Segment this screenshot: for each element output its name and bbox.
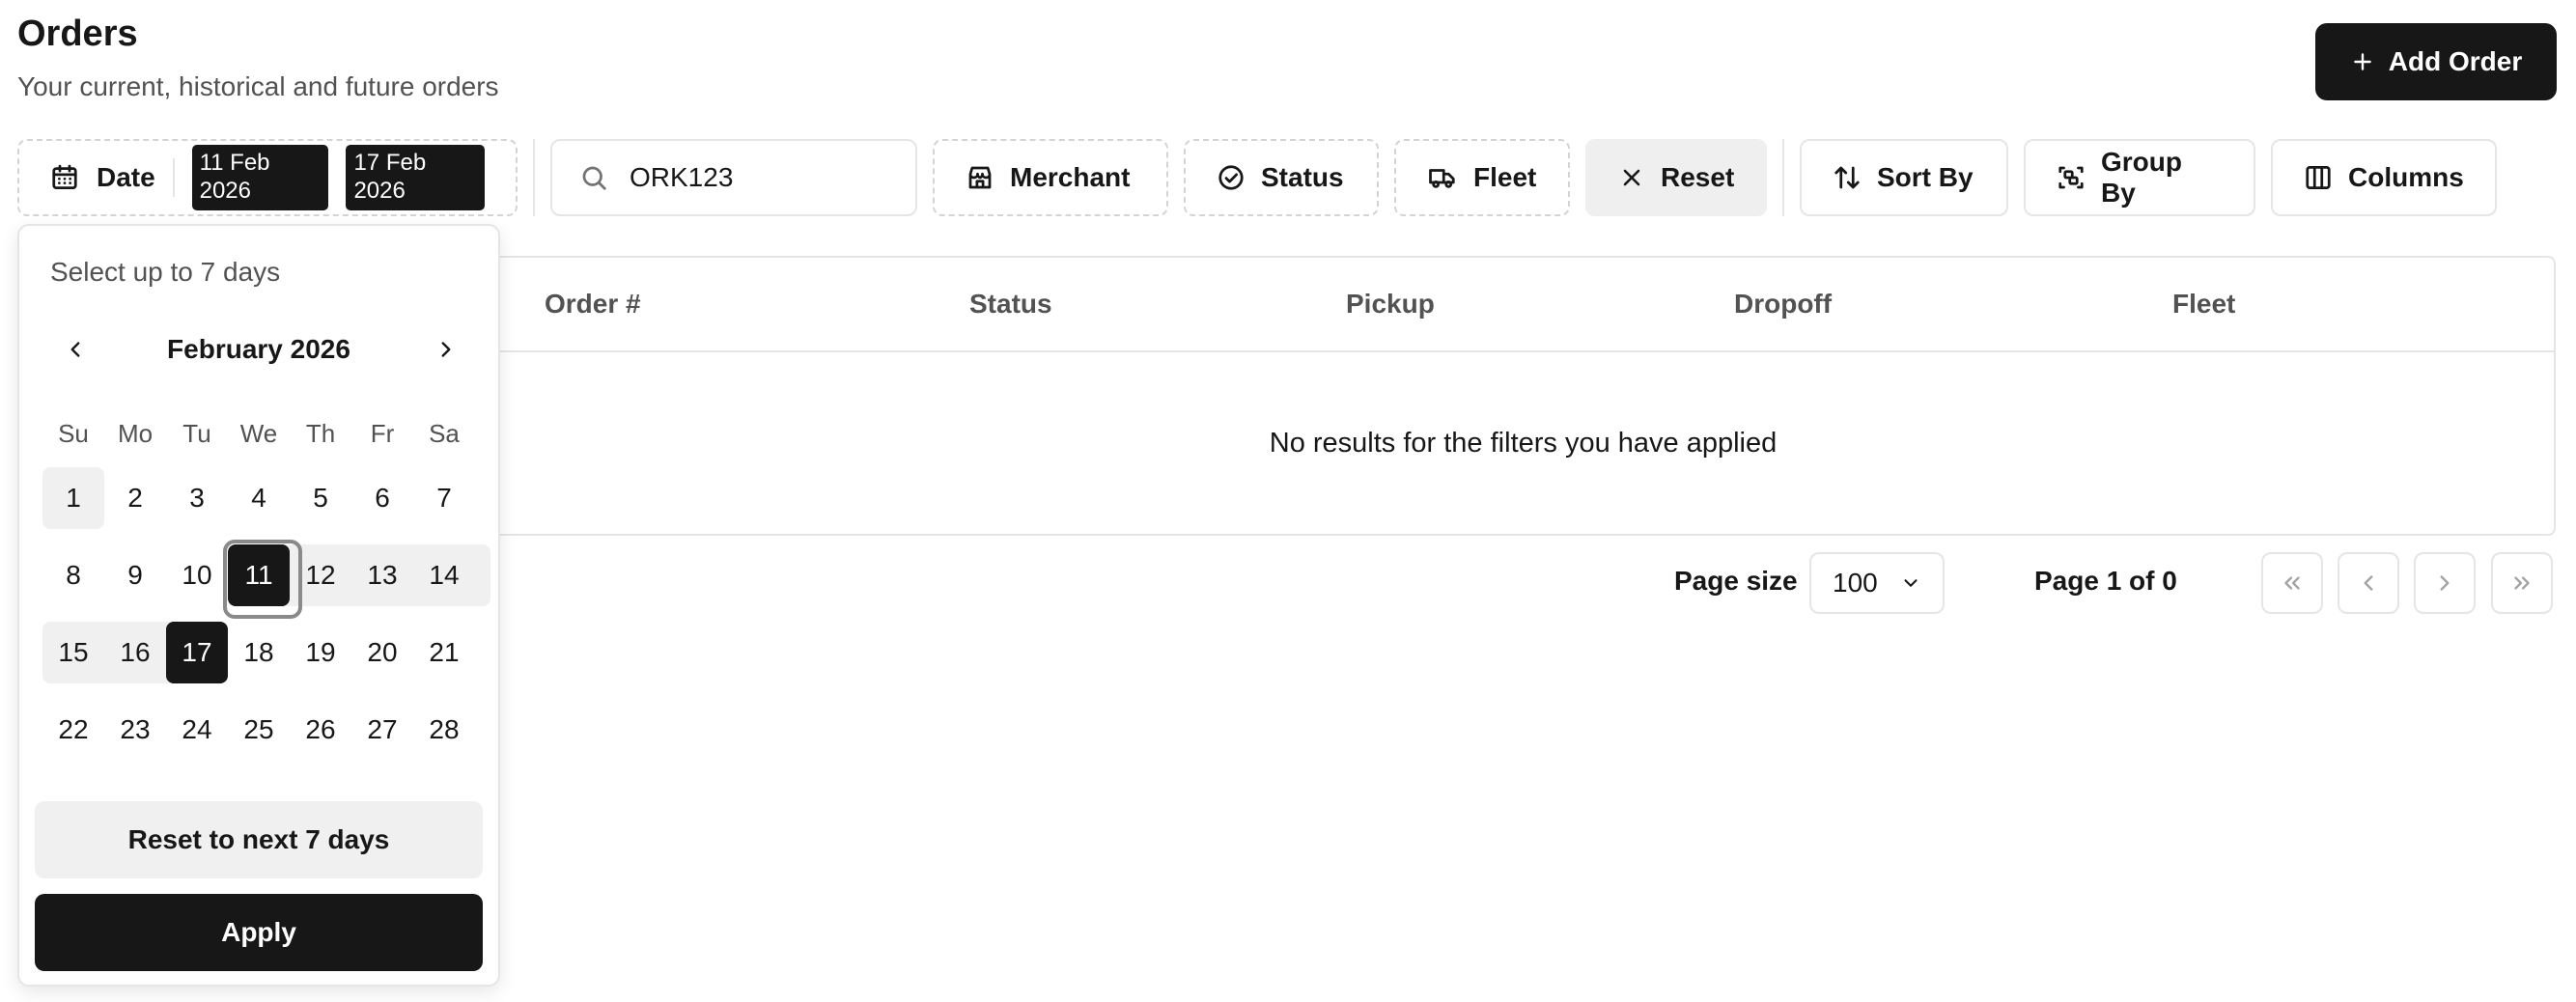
status-filter-label: Status [1261,162,1344,192]
weekday-label: Tu [182,419,211,448]
columns-button[interactable]: Columns [2271,139,2497,216]
weekday-label: Th [305,419,336,448]
date-picker-hint: Select up to 7 days [50,257,281,287]
calendar-day[interactable]: 7 [413,467,475,529]
page-info: Page 1 of 0 [2034,566,2177,596]
calendar-day[interactable]: 9 [104,544,166,606]
chevrons-left-icon [2280,571,2305,596]
reset-label: Reset [1661,162,1735,192]
previous-page-button[interactable] [2338,552,2399,614]
group-by-label: Group By [2101,147,2182,208]
column-header-pickup[interactable]: Pickup [1346,289,1435,320]
toolbar-divider [533,139,535,216]
calendar-day-in-range[interactable]: 14 [413,544,475,606]
next-month-button[interactable] [425,328,467,371]
weekday-label: Su [58,419,89,448]
weekday-label: Fr [370,419,395,448]
store-icon [966,163,994,192]
next-page-button[interactable] [2414,552,2476,614]
reset-next-7-days-button[interactable]: Reset to next 7 days [35,801,483,878]
calendar-day[interactable]: 3 [166,467,228,529]
chevrons-right-icon [2509,571,2534,596]
group-by-button[interactable]: Group By [2024,139,2255,216]
calendar-day[interactable]: 23 [104,699,166,761]
calendar-day[interactable]: 22 [42,699,104,761]
search-input[interactable]: ORK123 [550,139,917,216]
page-size-select[interactable]: 100 [1809,552,1945,614]
calendar-day-in-range[interactable]: 12 [290,544,351,606]
calendar-day[interactable]: 10 [166,544,228,606]
page-subtitle: Your current, historical and future orde… [17,71,499,101]
calendar-day[interactable]: 6 [351,467,413,529]
page-size-label: Page size [1674,566,1798,596]
calendar-day-in-range[interactable]: 13 [351,544,413,606]
merchant-filter-button[interactable]: Merchant [933,139,1168,216]
calendar-day-in-range[interactable]: 16 [104,622,166,683]
calendar-day-selected[interactable]: 11 [228,544,290,606]
calendar-day[interactable]: 19 [290,622,351,683]
plus-icon [2350,49,2375,74]
calendar-day[interactable]: 27 [351,699,413,761]
merchant-label: Merchant [1010,162,1131,192]
fleet-filter-label: Fleet [1473,162,1537,192]
calendar-day[interactable]: 18 [228,622,290,683]
calendar-day-selected[interactable]: 17 [166,622,228,683]
calendar-day[interactable]: 21 [413,622,475,683]
page-size-value: 100 [1833,568,1878,598]
truck-icon [1427,163,1458,192]
chevron-right-icon [434,337,459,362]
empty-state-message: No results for the filters you have appl… [1269,427,1778,459]
arrows-up-down-icon [1833,163,1862,192]
columns-label: Columns [2348,162,2464,192]
add-order-button[interactable]: Add Order [2315,23,2557,100]
apply-button[interactable]: Apply [35,894,483,971]
weekday-label: Mo [117,419,154,448]
check-circle-icon [1217,163,1246,192]
date-end-badge: 17 Feb 2026 [346,145,485,210]
divider [172,158,175,197]
calendar-day[interactable]: 24 [166,699,228,761]
search-icon [579,163,608,192]
calendar-day[interactable]: 20 [351,622,413,683]
last-page-button[interactable] [2491,552,2553,614]
date-picker-popover: Select up to 7 days February 2026 Su Mo Tu… [17,224,500,987]
column-header-fleet[interactable]: Fleet [2172,289,2235,320]
fleet-filter-button[interactable]: Fleet [1394,139,1570,216]
date-filter-label: Date [97,162,155,192]
column-header-order[interactable]: Order # [545,289,641,320]
status-filter-button[interactable]: Status [1184,139,1379,216]
calendar-day[interactable]: 28 [413,699,475,761]
first-page-button[interactable] [2261,552,2323,614]
columns-icon [2304,163,2333,192]
calendar-day[interactable]: 26 [290,699,351,761]
calendar-day[interactable]: 1 [42,467,104,529]
column-header-dropoff[interactable]: Dropoff [1734,289,1832,320]
calendar-day[interactable]: 4 [228,467,290,529]
calendar-day[interactable]: 2 [104,467,166,529]
page-title: Orders [17,14,138,54]
sort-by-label: Sort By [1877,162,1974,192]
sort-by-button[interactable]: Sort By [1800,139,2008,216]
calendar-day-in-range[interactable]: 15 [42,622,104,683]
chevron-left-icon [2356,571,2381,596]
weekday-label: We [239,419,278,448]
chevron-right-icon [2432,571,2457,596]
chevron-down-icon [1900,572,1921,594]
group-icon [2057,163,2086,192]
toolbar-divider [1782,139,1784,216]
add-order-label: Add Order [2388,46,2523,76]
search-value: ORK123 [630,162,734,192]
calendar-icon [50,163,79,192]
calendar-day[interactable]: 5 [290,467,351,529]
x-icon [1618,164,1645,191]
date-filter-button[interactable]: Date 11 Feb 2026 17 Feb 2026 [17,139,518,216]
column-header-status[interactable]: Status [969,289,1052,320]
weekday-label: Sa [429,419,460,448]
reset-filters-button[interactable]: Reset [1585,139,1767,216]
calendar-day[interactable]: 8 [42,544,104,606]
date-start-badge: 11 Feb 2026 [191,145,329,210]
calendar-day[interactable]: 25 [228,699,290,761]
